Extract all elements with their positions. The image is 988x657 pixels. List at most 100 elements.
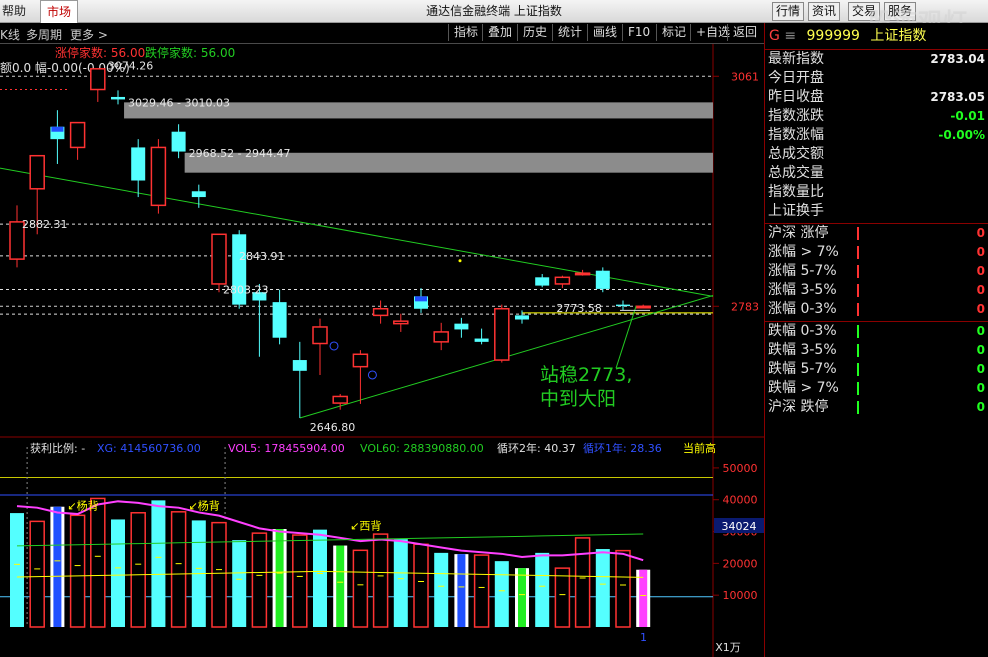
quote-stats: 最新指数 2783.04 今日开盘 昨日收盘 2783.05 指数涨跌 -0.01 指数涨幅 -… [765,50,988,221]
overlay-button[interactable]: 叠加 [482,24,517,41]
quotes-button[interactable]: 行情 [772,2,805,21]
limit-up-count: 涨停家数: 56.00 [55,45,145,60]
up-count-row-value: 0 [976,302,985,316]
menu-market[interactable]: 市场 [40,0,79,23]
news-button[interactable]: 资讯 [808,2,841,21]
price-annotation: 2843.91 [239,250,285,263]
history-button[interactable]: 历史 [517,24,552,41]
volume-bar-up [352,549,369,628]
volume-bar-up [554,567,571,628]
candle-body-up [150,146,167,207]
volume-bar-up [29,520,45,628]
down-count-row-bar [857,363,859,376]
quote-row-label: 总成交额 [768,146,824,162]
down-count-row-label: 跌幅 > 7% [768,380,839,396]
xg-readout: XG: 414560736.00 [97,442,201,455]
up-count-row: 涨幅 3-5% 0 [765,281,988,300]
candle-body-up [352,353,369,368]
volume-bar-fill [275,529,284,627]
candle-body-down [272,302,287,338]
up-count-row: 涨幅 > 7% 0 [765,243,988,262]
quote-row-label: 指数涨幅 [768,127,824,143]
down-count-row-value: 0 [976,343,985,357]
multi-period-menu[interactable]: 多周期 [26,26,62,43]
candle-body-up [332,395,348,404]
volume-bar-up [574,537,591,628]
volume-bar-down [595,549,610,627]
note-pointer [615,306,637,369]
volume-tick-label: 50000 [723,462,758,475]
top-menu-bar: 帮助 市场 通达信金融终端 上证指数 行情 资讯 交易 服务 股海观灯 [0,0,988,36]
quote-header: G ≡ 999999 上证指数 [765,23,988,50]
kline-chart[interactable]: 涨停家数: 56.00 跌停家数: 56.00额0.0 幅-0.00(-0.00%… [0,44,764,657]
mark-button[interactable]: 标记 [656,24,691,41]
volume-bar-fill [639,569,648,627]
index-name: 上证指数 [870,28,927,44]
volume-bar-up [413,543,429,628]
more-menu[interactable]: 更多 > [70,26,108,43]
chart-toolbar: K线 多周期 更多 > 指标 叠加 历史 统计 画线 F10 标记 +自选 返回 [0,23,764,44]
quote-row: 指数涨跌 -0.01 [765,107,988,126]
down-count-row-bar [857,382,859,395]
menu-lines-icon[interactable]: ≡ [784,28,796,44]
decline-breakdown: 跌幅 0-3% 0 跌幅 3-5% 0 跌幅 5-7% 0 跌幅 > 7% 0 沪深 跌停 0 [765,322,988,417]
indicator-button[interactable]: 指标 [448,24,483,41]
up-count-row-value: 0 [976,226,985,240]
up-count-row-label: 涨幅 5-7% [768,263,837,279]
advance-breakdown: 沪深 涨停 0 涨幅 > 7% 0 涨幅 5-7% 0 涨幅 3-5% 0 涨幅 0-3% 0 [765,224,988,319]
analysis-note: 站稳2773, [540,364,632,386]
kline-menu[interactable]: K线 [0,26,20,43]
draw-line-button[interactable]: 画线 [587,24,622,41]
candle-body-up [312,326,328,345]
down-count-row-value: 0 [976,400,985,414]
price-tick-label: 2783 [731,300,759,313]
down-count-row: 跌幅 > 7% 0 [765,379,988,398]
volume-bar-down [10,513,24,627]
current-readout: 当前高 [683,441,716,455]
price-annotation: 2968.52 - 2944.47 [189,147,291,160]
quote-row-label: 最新指数 [768,51,824,67]
down-count-row: 沪深 跌停 0 [765,398,988,417]
up-count-row: 沪深 涨停 0 [765,224,988,243]
limit-down-count: 跌停家数: 56.00 [145,45,235,60]
menu-help[interactable]: 帮助 [2,0,26,22]
candle-body-down [595,270,610,289]
volume-bar-down [535,552,550,627]
candle-body-up [554,276,571,285]
candle-body-up [635,305,651,309]
down-count-row-label: 跌幅 3-5% [768,342,837,358]
candle-body-down [191,191,206,198]
volume-bar-up [90,497,106,628]
signal-circle [367,370,377,380]
profit-ratio-readout: 获利比例: - [30,441,85,455]
price-annotation: 3074.26 [108,59,154,72]
candle-body-down [171,131,186,152]
vol5-readout: VOL5: 178455904.00 [228,442,345,455]
down-count-row-bar [857,401,859,414]
f10-button[interactable]: F10 [622,24,655,41]
volume-bar-down [151,500,166,627]
candle-body-up [211,233,227,285]
stats-button[interactable]: 统计 [552,24,587,41]
volume-bar-up [473,554,490,628]
down-count-row-value: 0 [976,324,985,338]
up-count-row: 涨幅 5-7% 0 [765,262,988,281]
down-count-row-value: 0 [976,381,985,395]
highlight-marker [51,126,64,132]
down-count-row-label: 沪深 跌停 [768,399,829,415]
candle-body-down [131,147,146,181]
down-count-row-label: 跌幅 5-7% [768,361,837,377]
down-count-row: 跌幅 5-7% 0 [765,360,988,379]
up-count-row: 涨幅 0-3% 0 [765,300,988,319]
up-count-row-bar [857,246,859,259]
up-count-row-label: 涨幅 0-3% [768,301,837,317]
ma-yellow-line [16,570,644,578]
quote-row: 今日开盘 [765,69,988,88]
volume-bar-up [170,511,187,628]
back-button[interactable]: 返回 [727,24,762,41]
quote-row: 总成交量 [765,164,988,183]
candle-body-up [433,331,449,343]
price-annotation: 3029.46 - 3010.03 [128,96,230,109]
volume-bar-fill [518,568,526,627]
price-tick-label: 3061 [731,70,759,83]
